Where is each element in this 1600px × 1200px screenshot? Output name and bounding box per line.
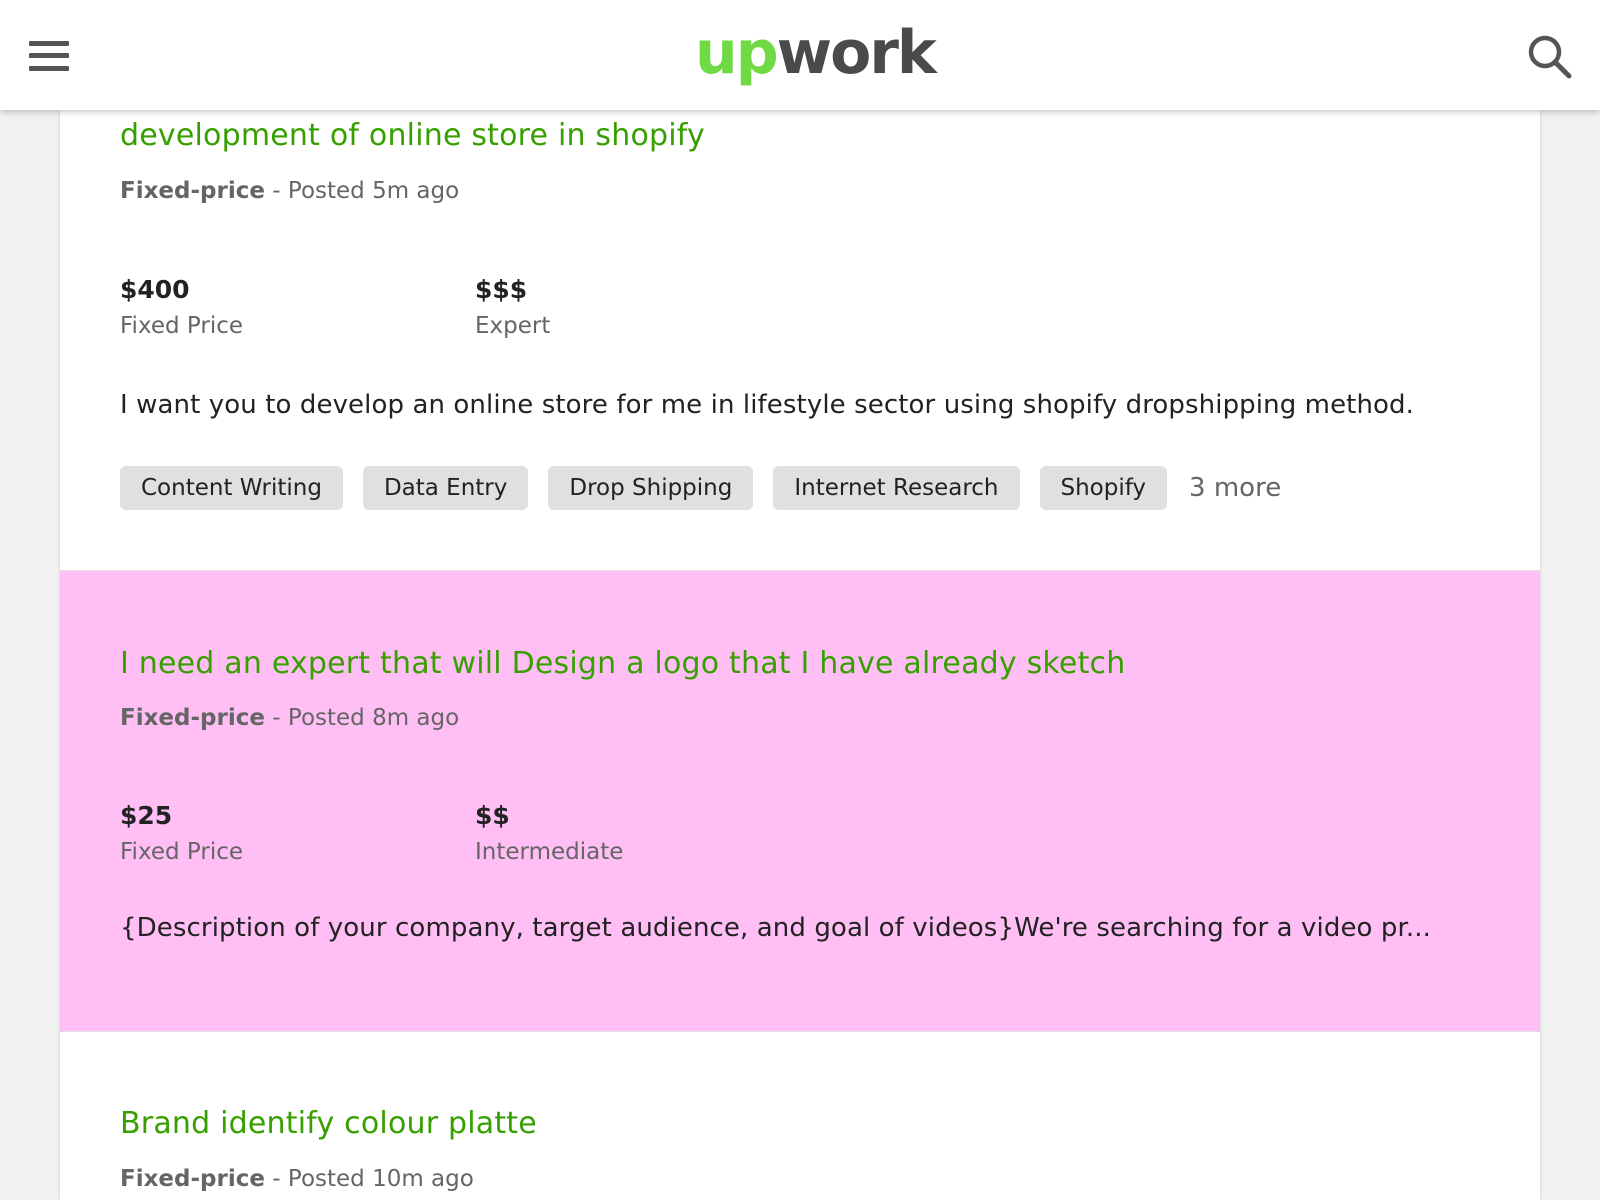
- top-navigation-bar: upwork: [0, 0, 1600, 110]
- skill-tags: Content Writing Data Entry Drop Shipping…: [120, 466, 1281, 510]
- job-card-highlighted[interactable]: I need an expert that will Design a logo…: [60, 571, 1540, 1032]
- job-type: Fixed-price: [120, 1166, 265, 1192]
- job-type: Fixed-price: [120, 178, 265, 204]
- budget-stat: $25 Fixed Price: [120, 800, 243, 872]
- job-title[interactable]: development of online store in shopify: [120, 118, 705, 153]
- experience-level-label: Intermediate: [475, 839, 624, 865]
- experience-level-label: Expert: [475, 313, 551, 339]
- experience-level-stat: $$$ Expert: [475, 274, 550, 346]
- job-meta: Fixed-price - Posted 10m ago: [120, 1166, 474, 1192]
- job-meta: Fixed-price - Posted 8m ago: [120, 705, 459, 731]
- logo-up-text: up: [695, 18, 779, 88]
- upwork-logo[interactable]: upwork: [695, 18, 937, 88]
- job-card[interactable]: Brand identify colour platte Fixed-price…: [60, 1032, 1540, 1200]
- hamburger-menu-icon[interactable]: [27, 40, 71, 73]
- budget-value: $25: [120, 801, 173, 830]
- budget-label: Fixed Price: [120, 839, 244, 865]
- search-icon[interactable]: [1526, 33, 1574, 81]
- more-skills-link[interactable]: 3 more: [1189, 473, 1281, 503]
- logo-work-text: work: [776, 18, 937, 88]
- job-title[interactable]: Brand identify colour platte: [120, 1106, 537, 1141]
- job-description: {Description of your company, target aud…: [120, 913, 1432, 943]
- posted-time: - Posted 8m ago: [272, 705, 460, 731]
- skill-tag[interactable]: Drop Shipping: [548, 466, 754, 510]
- budget-value: $400: [120, 275, 190, 304]
- job-description: I want you to develop an online store fo…: [120, 390, 1415, 420]
- skill-tag[interactable]: Content Writing: [120, 466, 343, 510]
- skill-tag[interactable]: Data Entry: [362, 466, 529, 510]
- skill-tag[interactable]: Shopify: [1039, 466, 1168, 510]
- experience-level-value: $$: [475, 801, 510, 830]
- posted-time: - Posted 10m ago: [272, 1166, 474, 1192]
- experience-level-stat: $$ Intermediate: [475, 800, 623, 872]
- job-meta: Fixed-price - Posted 5m ago: [120, 178, 459, 204]
- skill-tag[interactable]: Internet Research: [773, 466, 1020, 510]
- job-type: Fixed-price: [120, 705, 265, 731]
- experience-level-value: $$$: [475, 275, 528, 304]
- job-feed: development of online store in shopify F…: [60, 0, 1540, 1200]
- budget-stat: $400 Fixed Price: [120, 274, 243, 346]
- budget-label: Fixed Price: [120, 313, 244, 339]
- job-title[interactable]: I need an expert that will Design a logo…: [120, 646, 1125, 681]
- posted-time: - Posted 5m ago: [272, 178, 460, 204]
